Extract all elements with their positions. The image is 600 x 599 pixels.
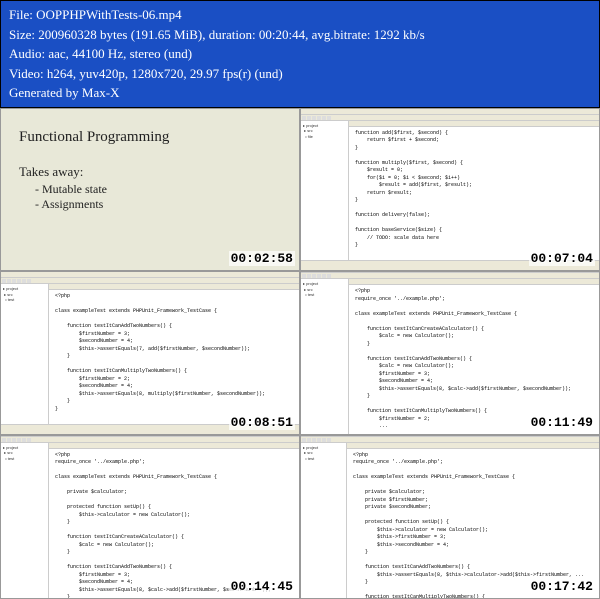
ide-code-editor: <?php require_once '../example.php'; cla… (49, 449, 299, 599)
video-line: Video: h264, yuv420p, 1280x720, 29.97 fp… (9, 64, 591, 84)
file-line: File: OOPPHPWithTests-06.mp4 (9, 5, 591, 25)
ide-project-tree: ▸ project ▸ src • test (301, 443, 347, 599)
media-info-header: File: OOPPHPWithTests-06.mp4 Size: 20096… (0, 0, 600, 108)
slide-bullet: - Assignments (19, 197, 281, 212)
thumbnail-5: ▸ project ▸ src • test <?php require_onc… (0, 435, 300, 599)
thumbnail-grid: Functional Programming Takes away: - Mut… (0, 108, 600, 599)
generated-by-line: Generated by Max-X (9, 83, 591, 103)
ide-code-editor: <?php require_once '../example.php'; cla… (349, 285, 599, 434)
timestamp-label: 00:07:04 (529, 251, 595, 266)
ide-project-tree: ▸ project ▸ src • test (301, 279, 349, 434)
size-line: Size: 200960328 bytes (191.65 MiB), dura… (9, 25, 591, 45)
thumbnail-6: ▸ project ▸ src • test <?php require_onc… (300, 435, 600, 599)
ide-code-editor: <?php require_once '../example.php'; cla… (347, 449, 599, 599)
slide-content: Functional Programming Takes away: - Mut… (1, 109, 299, 271)
ide-window: ▸ project ▸ src • test <?php require_onc… (1, 436, 299, 598)
ide-window: ▸ project ▸ src • test <?php require_onc… (301, 436, 599, 598)
timestamp-label: 00:17:42 (529, 579, 595, 594)
thumbnail-2: ▸ project ▸ src • file function add($fir… (300, 108, 600, 272)
ide-project-tree: ▸ project ▸ src • test (1, 284, 49, 424)
slide-title: Functional Programming (19, 129, 281, 146)
thumbnail-3: ▸ project ▸ src • test <?php class examp… (0, 271, 300, 435)
timestamp-label: 00:02:58 (229, 251, 295, 266)
timestamp-label: 00:14:45 (229, 579, 295, 594)
timestamp-label: 00:11:49 (529, 415, 595, 430)
slide-bullet: - Mutable state (19, 182, 281, 197)
ide-code-editor: <?php class exampleTest extends PHPUnit_… (49, 290, 299, 424)
ide-code-editor: function add($first, $second) { return $… (349, 127, 599, 261)
ide-project-tree: ▸ project ▸ src • file (301, 121, 349, 261)
slide-subtitle: Takes away: (19, 164, 281, 180)
thumbnail-4: ▸ project ▸ src • test <?php require_onc… (300, 271, 600, 435)
thumbnail-1: Functional Programming Takes away: - Mut… (0, 108, 300, 272)
ide-window: ▸ project ▸ src • test <?php class examp… (1, 272, 299, 434)
ide-window: ▸ project ▸ src • file function add($fir… (301, 109, 599, 271)
ide-project-tree: ▸ project ▸ src • test (1, 443, 49, 599)
audio-line: Audio: aac, 44100 Hz, stereo (und) (9, 44, 591, 64)
timestamp-label: 00:08:51 (229, 415, 295, 430)
ide-window: ▸ project ▸ src • test <?php require_onc… (301, 272, 599, 434)
